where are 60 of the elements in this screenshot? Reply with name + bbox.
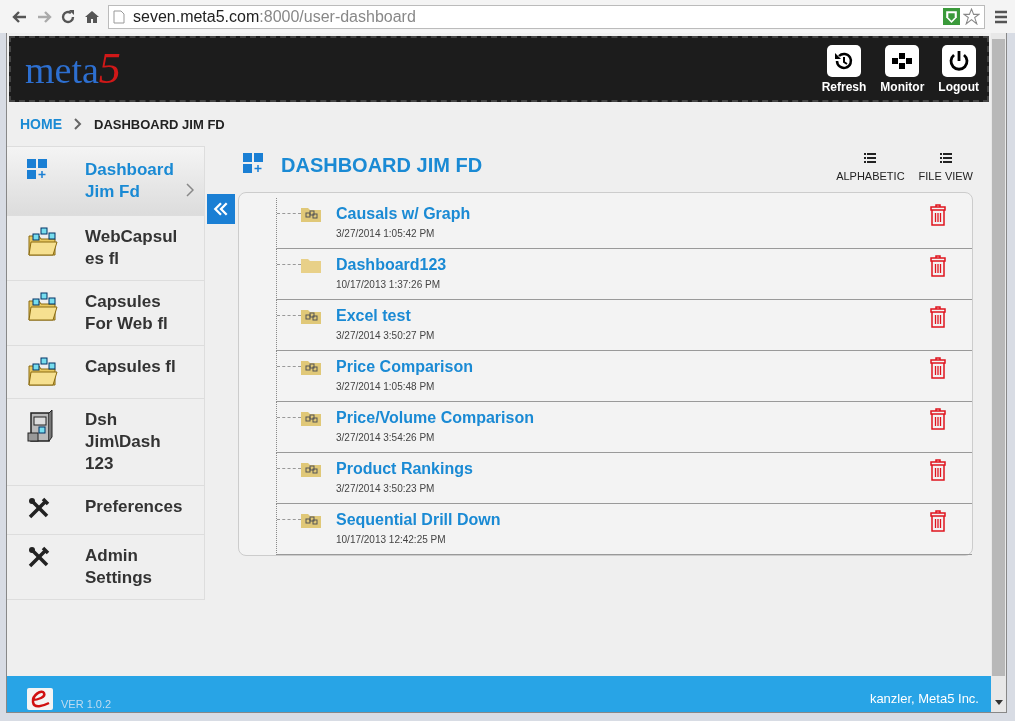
dashboard-icon bbox=[243, 153, 265, 175]
shield-icon[interactable] bbox=[943, 8, 960, 25]
address-bar[interactable]: seven.meta5.com:8000/user-dashboard bbox=[108, 4, 985, 29]
tools-icon bbox=[27, 545, 51, 569]
sidebar-item[interactable]: Admin Settings bbox=[7, 534, 204, 599]
copyright-text: kanzler, Meta5 Inc. bbox=[869, 691, 979, 706]
modified-date: 3/27/2014 1:05:42 PM bbox=[336, 228, 436, 239]
folder-icon bbox=[27, 226, 59, 258]
breadcrumb-current: DASHBOARD JIM FD bbox=[94, 116, 225, 132]
logo: meta5 bbox=[25, 47, 121, 91]
trash-icon[interactable] bbox=[930, 357, 946, 379]
modified-date: 3/27/2014 3:54:26 PM bbox=[336, 432, 436, 443]
capsule-folder-icon bbox=[301, 359, 321, 375]
file-cabinet-icon bbox=[27, 409, 53, 443]
sidebar-item[interactable]: Preferences bbox=[7, 485, 204, 534]
chevron-icon bbox=[74, 118, 82, 130]
page-title: DASHBOARD JIM FD bbox=[281, 154, 483, 177]
trash-icon[interactable] bbox=[930, 510, 946, 532]
sidebar-item[interactable]: Capsules For Web fl bbox=[7, 280, 204, 345]
menu-icon[interactable] bbox=[993, 8, 1009, 25]
dashboard-icon bbox=[27, 159, 49, 181]
tools-icon bbox=[27, 496, 51, 520]
folder-icon bbox=[301, 257, 321, 273]
scrollbar[interactable] bbox=[991, 33, 1006, 712]
refresh-button[interactable]: Refresh bbox=[821, 44, 867, 94]
trash-icon[interactable] bbox=[930, 408, 946, 430]
sidebar-item[interactable]: Capsules fl bbox=[7, 345, 204, 398]
double-chevron-icon bbox=[213, 201, 229, 217]
version-label: VER 1.0.2 bbox=[61, 698, 112, 710]
capsule-folder-icon bbox=[301, 512, 321, 528]
folder-icon bbox=[27, 356, 59, 388]
logo-icon bbox=[27, 688, 53, 710]
folder-icon bbox=[27, 291, 59, 323]
modified-date: 3/27/2014 3:50:27 PM bbox=[336, 330, 436, 341]
trash-icon[interactable] bbox=[930, 459, 946, 481]
scroll-down-icon[interactable] bbox=[994, 700, 1003, 706]
trash-icon[interactable] bbox=[930, 204, 946, 226]
modified-date: 10/17/2013 1:37:26 PM bbox=[336, 279, 441, 290]
modified-date: 10/17/2013 12:42:25 PM bbox=[336, 534, 447, 545]
trash-icon[interactable] bbox=[930, 255, 946, 277]
modified-date: 3/27/2014 1:05:48 PM bbox=[336, 381, 436, 392]
sidebar-item[interactable]: WebCapsul es fl bbox=[7, 215, 204, 280]
chevron-icon bbox=[186, 183, 194, 197]
back-icon[interactable] bbox=[12, 8, 28, 25]
alphabetic-view-button[interactable]: ALPHABETIC bbox=[822, 152, 905, 182]
collapse-sidebar-button[interactable] bbox=[207, 194, 235, 224]
capsule-folder-icon bbox=[301, 461, 321, 477]
capsule-folder-icon bbox=[301, 308, 321, 324]
capsule-folder-icon bbox=[301, 410, 321, 426]
page-icon bbox=[113, 9, 125, 24]
home-icon[interactable] bbox=[84, 8, 100, 25]
star-icon[interactable] bbox=[963, 8, 980, 25]
modified-date: 3/27/2014 3:50:23 PM bbox=[336, 483, 436, 494]
list-icon bbox=[864, 152, 877, 164]
reload-icon[interactable] bbox=[60, 8, 76, 25]
file-view-button[interactable]: FILE VIEW bbox=[904, 152, 973, 182]
trash-icon[interactable] bbox=[930, 306, 946, 328]
capsule-folder-icon bbox=[301, 206, 321, 222]
list-icon bbox=[939, 152, 952, 164]
sidebar-item[interactable]: Dsh Jim\Dash 123 bbox=[7, 398, 204, 485]
